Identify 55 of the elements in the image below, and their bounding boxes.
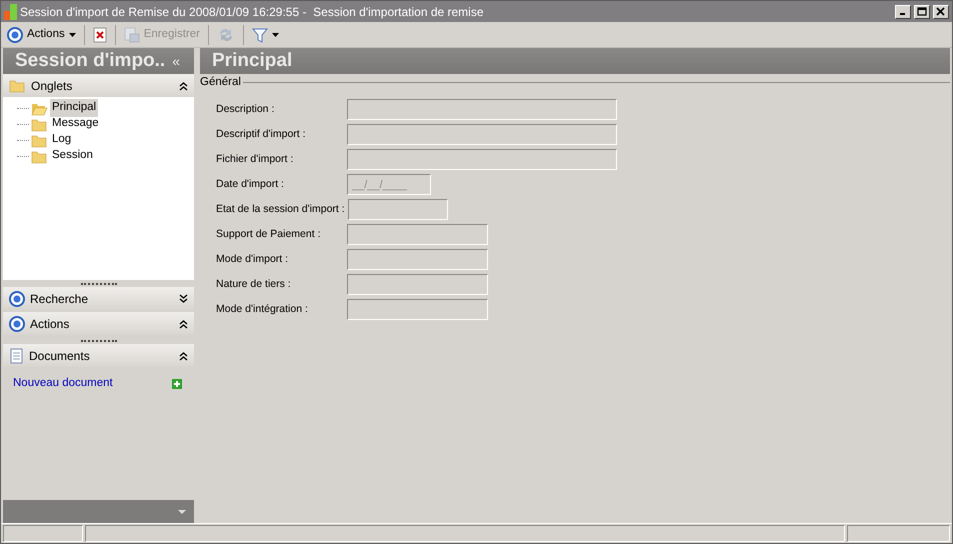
folder-icon	[9, 78, 26, 93]
tree-item[interactable]: Principal	[50, 99, 98, 117]
input-field[interactable]	[347, 149, 617, 170]
close-button[interactable]	[933, 4, 949, 18]
circle-icon	[9, 316, 25, 332]
field-label: Fichier d'import :	[216, 152, 294, 167]
sidebar-title: Session d'impo..	[15, 48, 166, 73]
circle-icon	[7, 26, 23, 42]
delete-button[interactable]	[90, 26, 109, 44]
minimize-button[interactable]	[895, 4, 911, 18]
input-field[interactable]	[347, 224, 488, 246]
field-label: Nature de tiers :	[216, 276, 292, 292]
filter-button[interactable]	[250, 26, 281, 44]
tree-item[interactable]: Message	[50, 115, 101, 133]
caret-icon	[178, 510, 186, 514]
plus-icon	[172, 378, 182, 389]
field-label: Description :	[216, 102, 276, 117]
maximize-button[interactable]	[914, 4, 930, 18]
tree-item[interactable]: Log	[50, 131, 74, 149]
maximize-icon	[917, 7, 927, 16]
app-icon	[4, 4, 17, 20]
panel-header[interactable]: Onglets	[3, 74, 194, 97]
delete-icon	[92, 26, 107, 42]
window-title: Session d'import de Remise du 2008/01/09 16:29:55 - Session d'importation de remise	[20, 4, 485, 20]
filter-icon	[252, 26, 268, 42]
tree-item[interactable]: Session	[50, 147, 95, 165]
splitter-handle[interactable]	[80, 282, 116, 284]
splitter-handle[interactable]	[80, 340, 116, 342]
circle-icon	[9, 290, 25, 306]
input-field[interactable]	[347, 99, 617, 120]
field-label: Support de Paiement :	[216, 226, 322, 242]
input-field[interactable]	[347, 124, 617, 146]
field-label: Mode d'import :	[216, 252, 290, 267]
circle-button[interactable]: Actions	[5, 24, 78, 44]
input-field[interactable]	[348, 199, 448, 220]
document-icon	[9, 348, 24, 364]
save-icon	[124, 26, 140, 42]
panel-header[interactable]: Recherche	[3, 287, 194, 310]
panel-title: Recherche	[30, 290, 90, 308]
input-field[interactable]	[347, 274, 488, 296]
input-field[interactable]	[347, 299, 488, 320]
panel-title: Onglets	[31, 78, 74, 94]
field-label: Descriptif d'import :	[216, 126, 307, 142]
group-label: Général	[200, 75, 241, 90]
field-label: Mode d'intégration :	[216, 302, 309, 317]
panel-header[interactable]: Actions	[3, 312, 194, 335]
field-label: Etat de la session d'import :	[216, 202, 346, 217]
field-label: Date d'import :	[216, 176, 285, 192]
panel-title: Documents	[29, 348, 91, 364]
input-field[interactable]	[347, 249, 488, 270]
close-icon	[936, 7, 946, 16]
panel-title: Actions	[30, 316, 70, 332]
main-title: Principal	[212, 48, 292, 73]
panel-header[interactable]: Documents	[3, 344, 194, 367]
new-document-link[interactable]: Nouveau document	[13, 375, 113, 392]
